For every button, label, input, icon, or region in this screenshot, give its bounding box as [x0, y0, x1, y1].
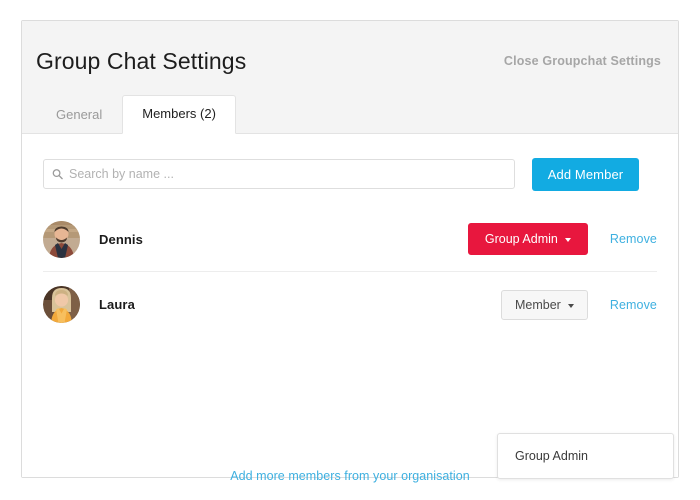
role-label: Group Admin: [484, 232, 558, 246]
row-actions: Member Remove: [501, 289, 657, 320]
card-header: Group Chat Settings Close Groupchat Sett…: [22, 21, 678, 134]
tab-bar: General Members (2): [36, 94, 236, 134]
avatar: [43, 220, 80, 258]
tab-members[interactable]: Members (2): [122, 95, 236, 134]
search-toolbar: Add Member: [43, 157, 657, 191]
remove-member-link-dennis[interactable]: Remove: [610, 232, 657, 246]
close-groupchat-settings-link[interactable]: Close Groupchat Settings: [504, 54, 661, 68]
add-member-button[interactable]: Add Member: [532, 157, 639, 191]
avatar: [43, 286, 80, 323]
tab-general[interactable]: General: [36, 96, 122, 134]
dropdown-option-group-admin[interactable]: Group Admin: [498, 434, 673, 478]
role-dropdown-button-laura[interactable]: Member: [501, 289, 588, 320]
search-input[interactable]: [43, 159, 515, 189]
row-actions: Group Admin Remove: [467, 223, 657, 255]
table-row: Laura Member Remove: [43, 272, 657, 337]
role-label: Member: [515, 297, 561, 312]
search-field-wrapper: [43, 159, 515, 189]
app-screen: Group Chat Settings Close Groupchat Sett…: [0, 0, 700, 500]
member-name: Laura: [99, 297, 135, 312]
member-name: Dennis: [99, 231, 143, 247]
chevron-down-icon: [564, 238, 571, 242]
role-dropdown-button-dennis[interactable]: Group Admin: [467, 223, 588, 255]
card-body: Add Member: [22, 134, 678, 483]
remove-member-link-laura[interactable]: Remove: [610, 298, 657, 312]
page-title: Group Chat Settings: [36, 48, 247, 74]
role-dropdown-menu: Group Admin: [497, 433, 674, 479]
group-chat-settings-card: Group Chat Settings Close Groupchat Sett…: [21, 20, 679, 483]
member-list: Dennis Group Admin Remove Laura Member R…: [43, 207, 657, 337]
chevron-down-icon: [567, 303, 574, 308]
table-row: Dennis Group Admin Remove: [43, 207, 657, 272]
